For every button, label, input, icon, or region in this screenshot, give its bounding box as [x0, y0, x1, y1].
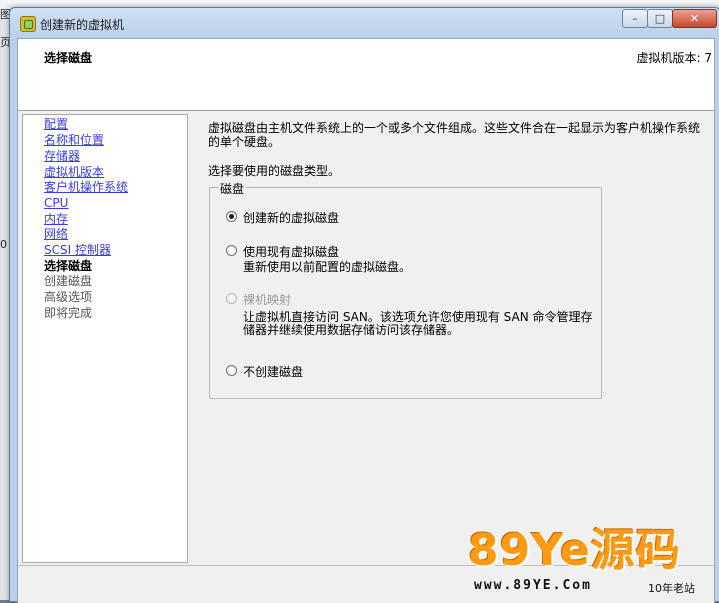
- vm-version-label: 虚拟机版本: 7: [636, 51, 713, 65]
- step-link-vm-version[interactable]: 虚拟机版本: [44, 165, 104, 180]
- window-title: 创建新的虚拟机: [40, 18, 125, 32]
- step-link-guest-os[interactable]: 客户机操作系统: [44, 180, 128, 195]
- step-link-name-location[interactable]: 名称和位置: [44, 133, 104, 148]
- create-vm-dialog: 创建新的虚拟机 – □ ✕ 选择磁盘 虚拟机版本: 7 配置 名称和位置 存储器…: [9, 7, 719, 603]
- dialog-client-area: 选择磁盘 虚拟机版本: 7 配置 名称和位置 存储器 虚拟机版本 客户机操作系统…: [17, 38, 715, 603]
- step-create-disk: 创建磁盘: [44, 274, 93, 288]
- disk-type-prompt: 选择要使用的磁盘类型。: [208, 164, 341, 178]
- step-link-memory[interactable]: 内存: [44, 212, 68, 227]
- disk-options-group: 磁盘 创建新的虚拟磁盘 使用现有虚拟磁盘 重新使用以前配置的虚拟磁盘。 裸机映射…: [209, 180, 602, 399]
- step-content: 虚拟磁盘由主机文件系统上的一个或多个文件组成。这些文件合在一起显示为客户机操作系…: [191, 114, 711, 561]
- option-use-existing-disk-label[interactable]: 使用现有虚拟磁盘: [243, 243, 339, 260]
- minimize-button[interactable]: –: [622, 9, 648, 28]
- watermark-tagline: 10年老站: [648, 582, 695, 595]
- radio-raw-device-mapping: [226, 293, 237, 304]
- option-raw-device-mapping-desc: 让虚拟机直接访问 SAN。该选项允许您使用现有 SAN 命令管理存储器并继续使用…: [243, 310, 593, 337]
- radio-no-disk[interactable]: [226, 365, 237, 376]
- option-create-new-disk-label[interactable]: 创建新的虚拟磁盘: [243, 209, 339, 226]
- step-advanced-options: 高级选项: [44, 290, 93, 304]
- title-bar[interactable]: 创建新的虚拟机 – □ ✕: [10, 8, 719, 38]
- step-link-network[interactable]: 网络: [44, 227, 68, 242]
- vm-app-icon: [20, 16, 36, 32]
- maximize-button[interactable]: □: [647, 9, 673, 28]
- option-no-disk-label[interactable]: 不创建磁盘: [243, 363, 303, 380]
- radio-create-new-disk[interactable]: [226, 211, 237, 222]
- step-link-scsi-controller[interactable]: SCSI 控制器: [44, 243, 111, 258]
- disk-description: 虚拟磁盘由主机文件系统上的一个或多个文件组成。这些文件合在一起显示为客户机操作系…: [208, 121, 701, 149]
- site-watermark: 89Ye源码 www.89YE.Com 10年老站: [466, 526, 719, 600]
- wizard-header: 选择磁盘 虚拟机版本: 7: [18, 39, 714, 111]
- step-link-cpu[interactable]: CPU: [44, 196, 68, 211]
- page-title: 选择磁盘: [44, 51, 93, 65]
- close-button[interactable]: ✕: [672, 9, 717, 28]
- step-link-config[interactable]: 配置: [44, 117, 68, 132]
- watermark-logo: 89Ye源码: [468, 525, 681, 576]
- radio-use-existing-disk[interactable]: [226, 245, 237, 256]
- option-use-existing-disk-desc: 重新使用以前配置的虚拟磁盘。: [243, 260, 412, 274]
- step-current-select-disk: 选择磁盘: [44, 259, 93, 273]
- step-link-storage[interactable]: 存储器: [44, 149, 80, 164]
- group-label: 磁盘: [218, 180, 247, 197]
- wizard-step-list: 配置 名称和位置 存储器 虚拟机版本 客户机操作系统 CPU 内存 网络 SCS…: [22, 114, 188, 563]
- step-ready-to-complete: 即将完成: [44, 306, 93, 320]
- watermark-url: www.89YE.Com: [474, 578, 592, 593]
- option-raw-device-mapping-label: 裸机映射: [243, 293, 292, 307]
